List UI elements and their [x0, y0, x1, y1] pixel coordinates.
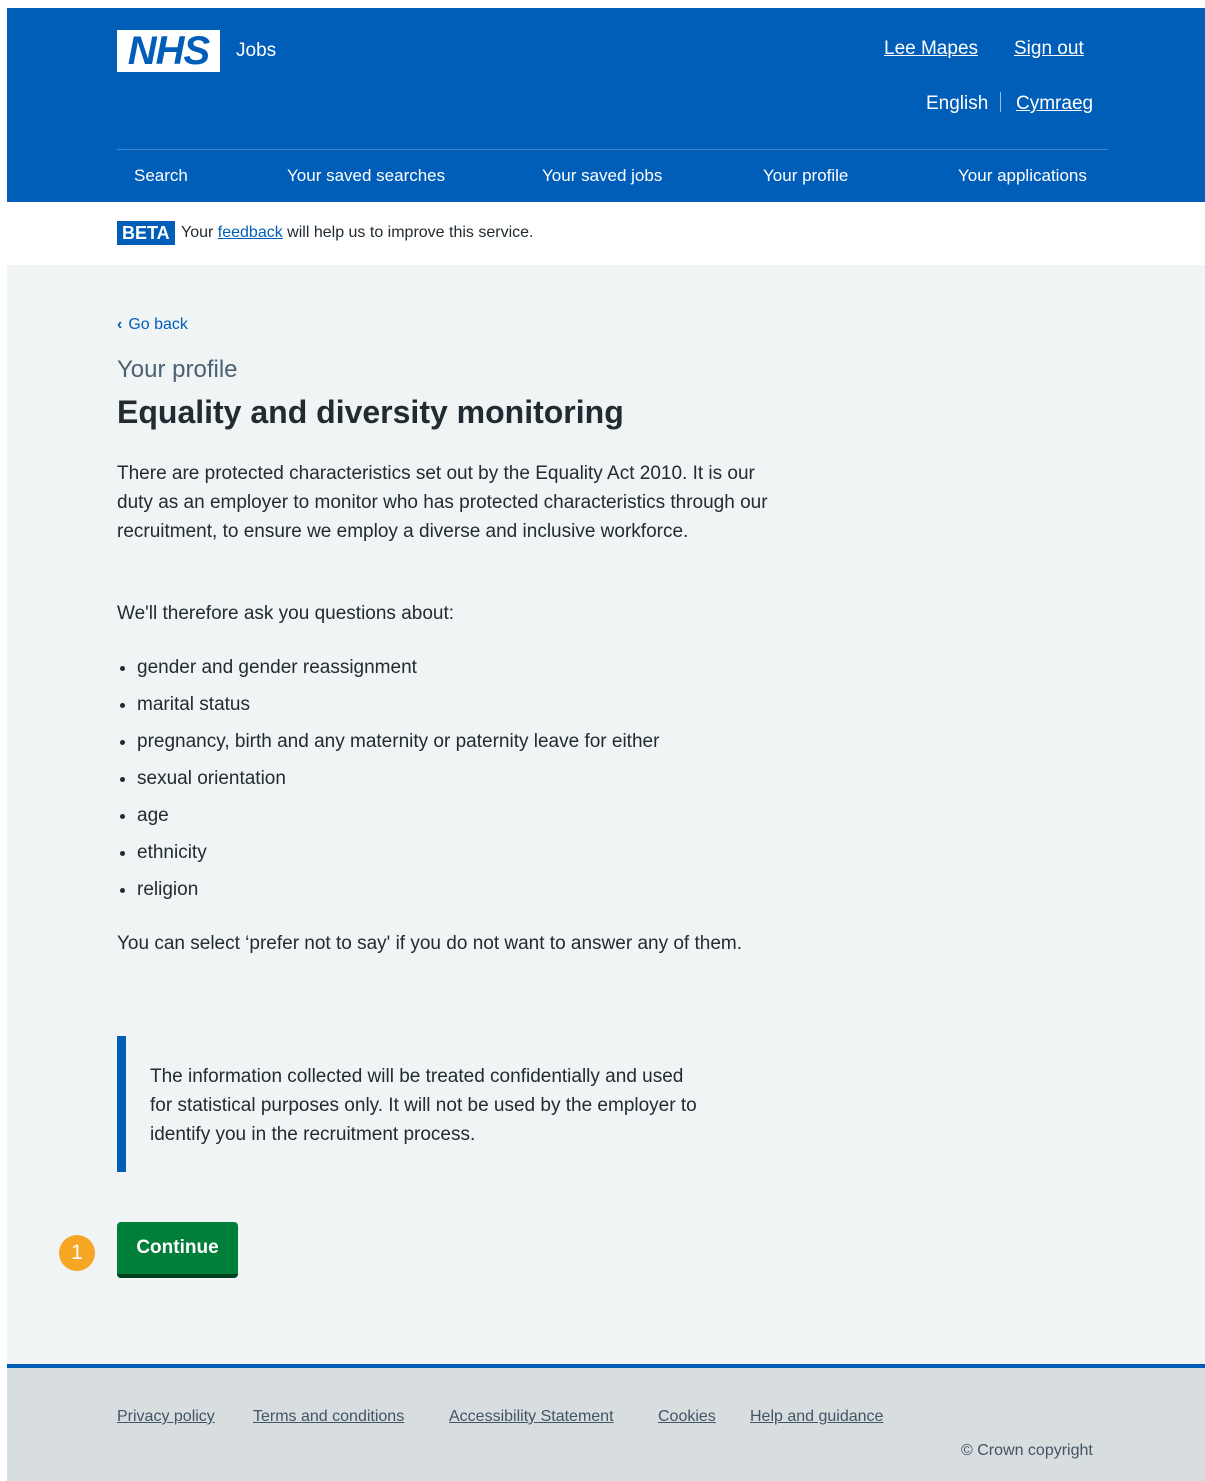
- go-back-label: Go back: [128, 316, 188, 333]
- list-item: marital status: [117, 690, 659, 727]
- copyright-text: © Crown copyright: [961, 1442, 1093, 1459]
- list-item: sexual orientation: [117, 764, 659, 801]
- nhs-logo-text: NHS: [127, 29, 210, 73]
- prefer-not-paragraph: You can select ‘prefer not to say' if yo…: [117, 933, 743, 954]
- page-caption: Your profile: [117, 356, 238, 383]
- intro-paragraph: There are protected characteristics set …: [117, 463, 768, 542]
- nhs-logo[interactable]: NHS: [117, 30, 220, 72]
- language-cymraeg-link[interactable]: Cymraeg: [1016, 93, 1093, 115]
- feedback-link[interactable]: feedback: [218, 224, 283, 241]
- list-item: religion: [117, 875, 659, 912]
- footer-link-cookies[interactable]: Cookies: [658, 1408, 716, 1426]
- ask-intro-paragraph: We'll therefore ask you questions about:: [117, 603, 455, 624]
- page-frame: NHS Jobs Lee Mapes Sign out English Cymr…: [7, 8, 1205, 1481]
- site-header: NHS Jobs Lee Mapes Sign out English Cymr…: [7, 8, 1205, 202]
- footer-link-privacy[interactable]: Privacy policy: [117, 1408, 215, 1426]
- nav-item-profile[interactable]: Your profile: [763, 166, 848, 186]
- site-footer: Privacy policy Terms and conditions Acce…: [7, 1364, 1205, 1481]
- service-name[interactable]: Jobs: [236, 40, 276, 62]
- list-item: gender and gender reassignment: [117, 653, 659, 690]
- language-divider: [1000, 92, 1001, 112]
- inset-message: The information collected will be treate…: [150, 1066, 697, 1145]
- beta-banner: BETA Your feedback will help us to impro…: [7, 202, 1205, 265]
- nav-item-search[interactable]: Search: [134, 166, 188, 186]
- nav-item-applications[interactable]: Your applications: [958, 166, 1087, 186]
- beta-text-before: Your: [181, 224, 214, 241]
- list-item: ethnicity: [117, 838, 659, 875]
- beta-message: Your feedback will help us to improve th…: [181, 224, 533, 242]
- language-current: English: [926, 93, 989, 114]
- beta-tag: BETA: [117, 221, 175, 245]
- go-back-link[interactable]: ‹ Go back: [117, 316, 188, 334]
- nav-item-saved-searches[interactable]: Your saved searches: [287, 166, 445, 186]
- sign-out-link[interactable]: Sign out: [1014, 38, 1084, 60]
- nav-item-saved-jobs[interactable]: Your saved jobs: [542, 166, 662, 186]
- footer-link-accessibility[interactable]: Accessibility Statement: [449, 1408, 614, 1426]
- characteristics-list: gender and gender reassignment marital s…: [117, 653, 659, 912]
- nav-divider: [117, 149, 1108, 150]
- list-item: age: [117, 801, 659, 838]
- page-title: Equality and diversity monitoring: [117, 394, 624, 430]
- step-marker-badge: 1: [59, 1235, 95, 1271]
- chevron-left-icon: ‹: [117, 316, 123, 333]
- footer-link-help[interactable]: Help and guidance: [750, 1408, 883, 1426]
- footer-link-terms[interactable]: Terms and conditions: [253, 1408, 404, 1426]
- inset-text: The information collected will be treate…: [117, 1036, 726, 1172]
- account-name-link[interactable]: Lee Mapes: [884, 38, 978, 60]
- list-item: pregnancy, birth and any maternity or pa…: [117, 727, 659, 764]
- continue-button[interactable]: Continue: [117, 1222, 238, 1278]
- beta-text-after: will help us to improve this service.: [287, 224, 534, 241]
